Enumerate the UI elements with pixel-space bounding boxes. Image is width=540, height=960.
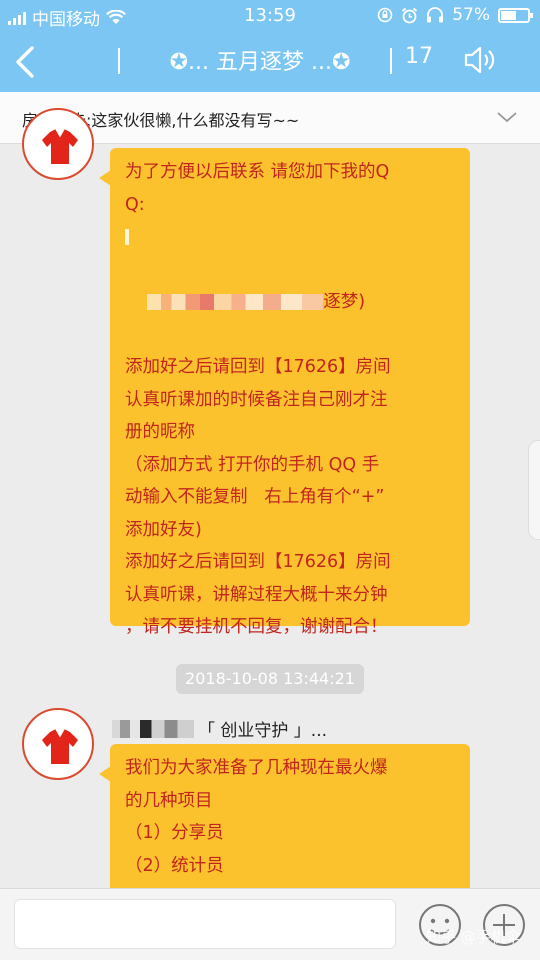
message-line: Q: [125, 194, 145, 215]
message-bubble[interactable]: 为了方便以后联系 请您加下我的Q Q: 逐梦) 添加好之后请回到【17626】房… [99, 148, 470, 637]
speaker-icon[interactable] [463, 45, 497, 75]
message-line: 的几种项目 [125, 790, 213, 811]
back-icon[interactable] [10, 42, 44, 82]
member-count[interactable]: 17 [405, 44, 433, 69]
status-right: 57% [377, 5, 533, 25]
nav-divider [118, 48, 120, 74]
message-line: （1）分享员 [125, 823, 224, 843]
message-line: 逐梦) [125, 254, 456, 352]
input-bar [0, 888, 540, 960]
message-line: （2）统计员 [125, 855, 224, 876]
message-line: 我们为大家准备了几种现在最火爆 [125, 758, 388, 778]
status-bar: 中国移动 13:59 57% [0, 0, 540, 30]
top-bar: 中国移动 13:59 57% ✪... 五月逐梦 ...✪ 17 [0, 0, 540, 92]
message-line: （添加方式 打开你的手机 QQ 手 [125, 454, 380, 475]
message-line: 册的昵称 [125, 422, 195, 442]
message-line [125, 221, 456, 254]
nav-divider [390, 48, 392, 74]
nav-bar: ✪... 五月逐梦 ...✪ 17 [0, 34, 540, 90]
shirt-icon [42, 728, 78, 764]
room-title[interactable]: ✪... 五月逐梦 ...✪ [160, 44, 360, 76]
timestamp: 2018-10-08 13:44:21 [176, 664, 364, 694]
message-input[interactable] [14, 899, 396, 949]
message-line: 动输入不能复制 右上角有个“+” [125, 487, 385, 507]
side-drawer-handle[interactable] [528, 440, 540, 540]
alarm-icon [402, 7, 418, 23]
battery-icon [498, 7, 533, 23]
avatar[interactable] [22, 708, 94, 780]
message-line: 添加好友) [125, 519, 202, 540]
message-line: 添加好之后请回到【17626】房间 [125, 552, 391, 572]
sender-label: 「 创业守护 」... [198, 721, 328, 741]
chevron-down-icon[interactable] [496, 106, 518, 128]
blurred-qq [147, 294, 324, 310]
blurred-name [112, 719, 194, 738]
message-line: 认真听课，讲解过程大概十来分钟 [125, 584, 388, 605]
message-line: 为了方便以后联系 请您加下我的Q [125, 162, 390, 182]
avatar[interactable] [22, 108, 94, 180]
message-bubble[interactable]: 我们为大家准备了几种现在最火爆 的几种项目 （1）分享员 （2）统计员 [99, 744, 470, 904]
message-line-tail: 逐梦) [323, 292, 366, 312]
message-line: ，请不要挂机不回复，谢谢配合！ [125, 617, 388, 637]
sender-name[interactable]: 「 创业守护 」... [112, 716, 327, 741]
message-line: 添加好之后请回到【17626】房间 [125, 357, 391, 377]
message-line: 认真听课加的时候备注自己刚才注 [125, 389, 388, 410]
shirt-icon [42, 128, 78, 164]
watermark: 知乎 @手机伞 [426, 928, 521, 946]
headphones-icon [427, 7, 444, 23]
orientation-lock-icon [377, 7, 393, 23]
battery-percent: 57% [452, 5, 490, 25]
